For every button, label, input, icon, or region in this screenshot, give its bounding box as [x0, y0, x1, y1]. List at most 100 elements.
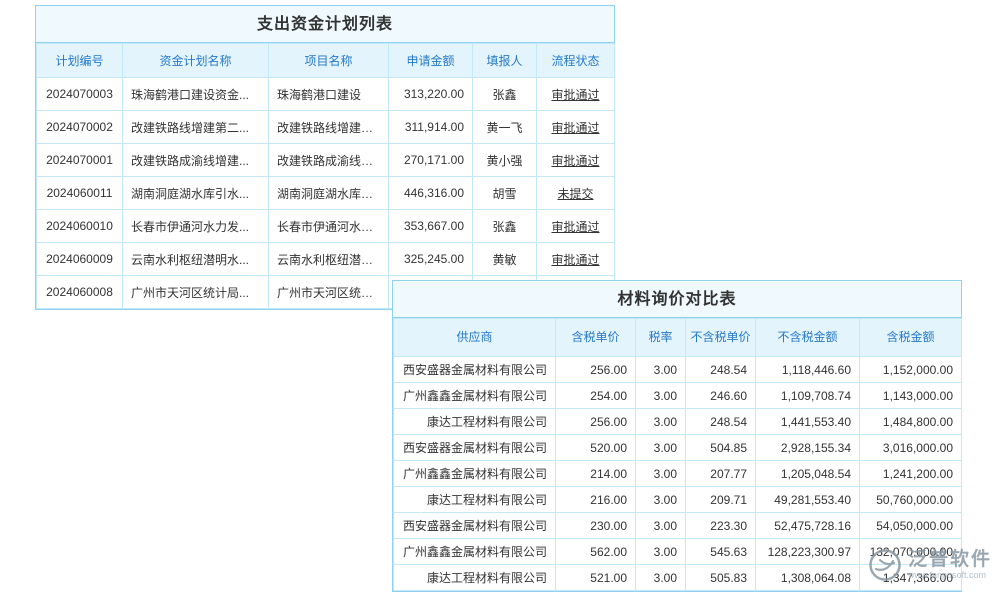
cell-id[interactable]: 2024070002 — [37, 111, 123, 144]
column-header: 供应商 — [394, 319, 556, 357]
cell-amount_untaxed: 49,281,553.40 — [756, 487, 860, 513]
column-header: 计划编号 — [37, 44, 123, 78]
expense-plan-grid: 计划编号资金计划名称项目名称申请金额填报人流程状态 2024070003珠海鹤港… — [36, 43, 615, 309]
cell-supplier[interactable]: 康达工程材料有限公司 — [394, 487, 556, 513]
table-row[interactable]: 广州鑫鑫金属材料有限公司214.003.00207.771,205,048.54… — [394, 461, 962, 487]
cell-name[interactable]: 广州市天河区统计局... — [123, 276, 269, 309]
cell-price_untaxed: 248.54 — [686, 409, 756, 435]
cell-project[interactable]: 改建铁路线增建第... — [269, 111, 389, 144]
cell-amount_untaxed: 1,205,048.54 — [756, 461, 860, 487]
cell-amount: 353,667.00 — [389, 210, 473, 243]
cell-id[interactable]: 2024060009 — [37, 243, 123, 276]
cell-price_untaxed: 545.63 — [686, 539, 756, 565]
cell-price_taxed: 230.00 — [556, 513, 636, 539]
cell-status[interactable]: 未提交 — [537, 177, 615, 210]
table-row[interactable]: 西安盛器金属材料有限公司230.003.00223.3052,475,728.1… — [394, 513, 962, 539]
cell-price_untaxed: 505.83 — [686, 565, 756, 591]
cell-amount_taxed: 1,152,000.00 — [860, 357, 962, 383]
cell-amount_untaxed: 52,475,728.16 — [756, 513, 860, 539]
table-row[interactable]: 2024070002改建铁路线增建第二...改建铁路线增建第...311,914… — [37, 111, 615, 144]
expense-plan-header-row: 计划编号资金计划名称项目名称申请金额填报人流程状态 — [37, 44, 615, 78]
cell-supplier[interactable]: 康达工程材料有限公司 — [394, 409, 556, 435]
cell-price_untaxed: 223.30 — [686, 513, 756, 539]
cell-amount: 270,171.00 — [389, 144, 473, 177]
column-header: 流程状态 — [537, 44, 615, 78]
cell-id[interactable]: 2024060011 — [37, 177, 123, 210]
cell-project[interactable]: 湖南洞庭湖水库引... — [269, 177, 389, 210]
column-header: 填报人 — [473, 44, 537, 78]
cell-reporter: 黄小强 — [473, 144, 537, 177]
cell-name[interactable]: 湖南洞庭湖水库引水... — [123, 177, 269, 210]
cell-status[interactable]: 审批通过 — [537, 78, 615, 111]
cell-price_taxed: 216.00 — [556, 487, 636, 513]
cell-amount_untaxed: 128,223,300.97 — [756, 539, 860, 565]
cell-amount: 313,220.00 — [389, 78, 473, 111]
cell-amount_untaxed: 1,109,708.74 — [756, 383, 860, 409]
cell-amount_untaxed: 1,308,064.08 — [756, 565, 860, 591]
cell-project[interactable]: 广州市天河区统计... — [269, 276, 389, 309]
cell-name[interactable]: 云南水利枢纽潜明水... — [123, 243, 269, 276]
table-row[interactable]: 西安盛器金属材料有限公司256.003.00248.541,118,446.60… — [394, 357, 962, 383]
table-row[interactable]: 2024060011湖南洞庭湖水库引水...湖南洞庭湖水库引...446,316… — [37, 177, 615, 210]
cell-amount_untaxed: 2,928,155.34 — [756, 435, 860, 461]
table-row[interactable]: 2024070001改建铁路成渝线增建...改建铁路成渝线增...270,171… — [37, 144, 615, 177]
cell-price_taxed: 521.00 — [556, 565, 636, 591]
cell-price_untaxed: 504.85 — [686, 435, 756, 461]
cell-price_untaxed: 207.77 — [686, 461, 756, 487]
table-row[interactable]: 广州鑫鑫金属材料有限公司254.003.00246.601,109,708.74… — [394, 383, 962, 409]
cell-price_taxed: 256.00 — [556, 409, 636, 435]
cell-project[interactable]: 云南水利枢纽潜明... — [269, 243, 389, 276]
cell-supplier[interactable]: 广州鑫鑫金属材料有限公司 — [394, 461, 556, 487]
table-row[interactable]: 2024070003珠海鹤港口建设资金...珠海鹤港口建设313,220.00张… — [37, 78, 615, 111]
cell-name[interactable]: 珠海鹤港口建设资金... — [123, 78, 269, 111]
cell-price_untaxed: 246.60 — [686, 383, 756, 409]
cell-id[interactable]: 2024070003 — [37, 78, 123, 111]
cell-price_untaxed: 209.71 — [686, 487, 756, 513]
material-quote-table-card: 材料询价对比表 供应商含税单价税率不含税单价不含税金额含税金额 西安盛器金属材料… — [392, 280, 962, 592]
cell-project[interactable]: 珠海鹤港口建设 — [269, 78, 389, 111]
material-quote-table-title: 材料询价对比表 — [393, 281, 961, 318]
cell-supplier[interactable]: 西安盛器金属材料有限公司 — [394, 435, 556, 461]
cell-tax_rate: 3.00 — [636, 513, 686, 539]
cell-amount_taxed: 1,484,800.00 — [860, 409, 962, 435]
cell-status[interactable]: 审批通过 — [537, 111, 615, 144]
column-header: 资金计划名称 — [123, 44, 269, 78]
cell-id[interactable]: 2024060010 — [37, 210, 123, 243]
table-row[interactable]: 2024060010长春市伊通河水力发...长春市伊通河水力...353,667… — [37, 210, 615, 243]
fanpu-brand-name: 泛普软件 — [908, 550, 992, 570]
cell-project[interactable]: 长春市伊通河水力... — [269, 210, 389, 243]
cell-name[interactable]: 改建铁路线增建第二... — [123, 111, 269, 144]
cell-amount_taxed: 50,760,000.00 — [860, 487, 962, 513]
cell-status[interactable]: 审批通过 — [537, 144, 615, 177]
cell-status[interactable]: 审批通过 — [537, 243, 615, 276]
fanpu-watermark: 泛普软件 www.fanpusoft.com — [868, 548, 992, 582]
table-row[interactable]: 西安盛器金属材料有限公司520.003.00504.852,928,155.34… — [394, 435, 962, 461]
column-header: 申请金额 — [389, 44, 473, 78]
table-row[interactable]: 康达工程材料有限公司216.003.00209.7149,281,553.405… — [394, 487, 962, 513]
fanpu-brand-url: www.fanpusoft.com — [908, 570, 992, 581]
cell-name[interactable]: 长春市伊通河水力发... — [123, 210, 269, 243]
table-row[interactable]: 2024060009云南水利枢纽潜明水...云南水利枢纽潜明...325,245… — [37, 243, 615, 276]
cell-supplier[interactable]: 西安盛器金属材料有限公司 — [394, 513, 556, 539]
cell-status[interactable]: 审批通过 — [537, 210, 615, 243]
cell-reporter: 黄敏 — [473, 243, 537, 276]
cell-amount_untaxed: 1,118,446.60 — [756, 357, 860, 383]
cell-amount_untaxed: 1,441,553.40 — [756, 409, 860, 435]
cell-supplier[interactable]: 康达工程材料有限公司 — [394, 565, 556, 591]
cell-reporter: 张鑫 — [473, 78, 537, 111]
cell-project[interactable]: 改建铁路成渝线增... — [269, 144, 389, 177]
table-row[interactable]: 康达工程材料有限公司256.003.00248.541,441,553.401,… — [394, 409, 962, 435]
cell-supplier[interactable]: 西安盛器金属材料有限公司 — [394, 357, 556, 383]
cell-tax_rate: 3.00 — [636, 435, 686, 461]
cell-name[interactable]: 改建铁路成渝线增建... — [123, 144, 269, 177]
cell-supplier[interactable]: 广州鑫鑫金属材料有限公司 — [394, 539, 556, 565]
cell-id[interactable]: 2024060008 — [37, 276, 123, 309]
cell-amount: 325,245.00 — [389, 243, 473, 276]
expense-plan-body: 2024070003珠海鹤港口建设资金...珠海鹤港口建设313,220.00张… — [37, 78, 615, 309]
cell-price_taxed: 520.00 — [556, 435, 636, 461]
cell-amount_taxed: 54,050,000.00 — [860, 513, 962, 539]
cell-tax_rate: 3.00 — [636, 461, 686, 487]
cell-tax_rate: 3.00 — [636, 383, 686, 409]
cell-id[interactable]: 2024070001 — [37, 144, 123, 177]
cell-supplier[interactable]: 广州鑫鑫金属材料有限公司 — [394, 383, 556, 409]
